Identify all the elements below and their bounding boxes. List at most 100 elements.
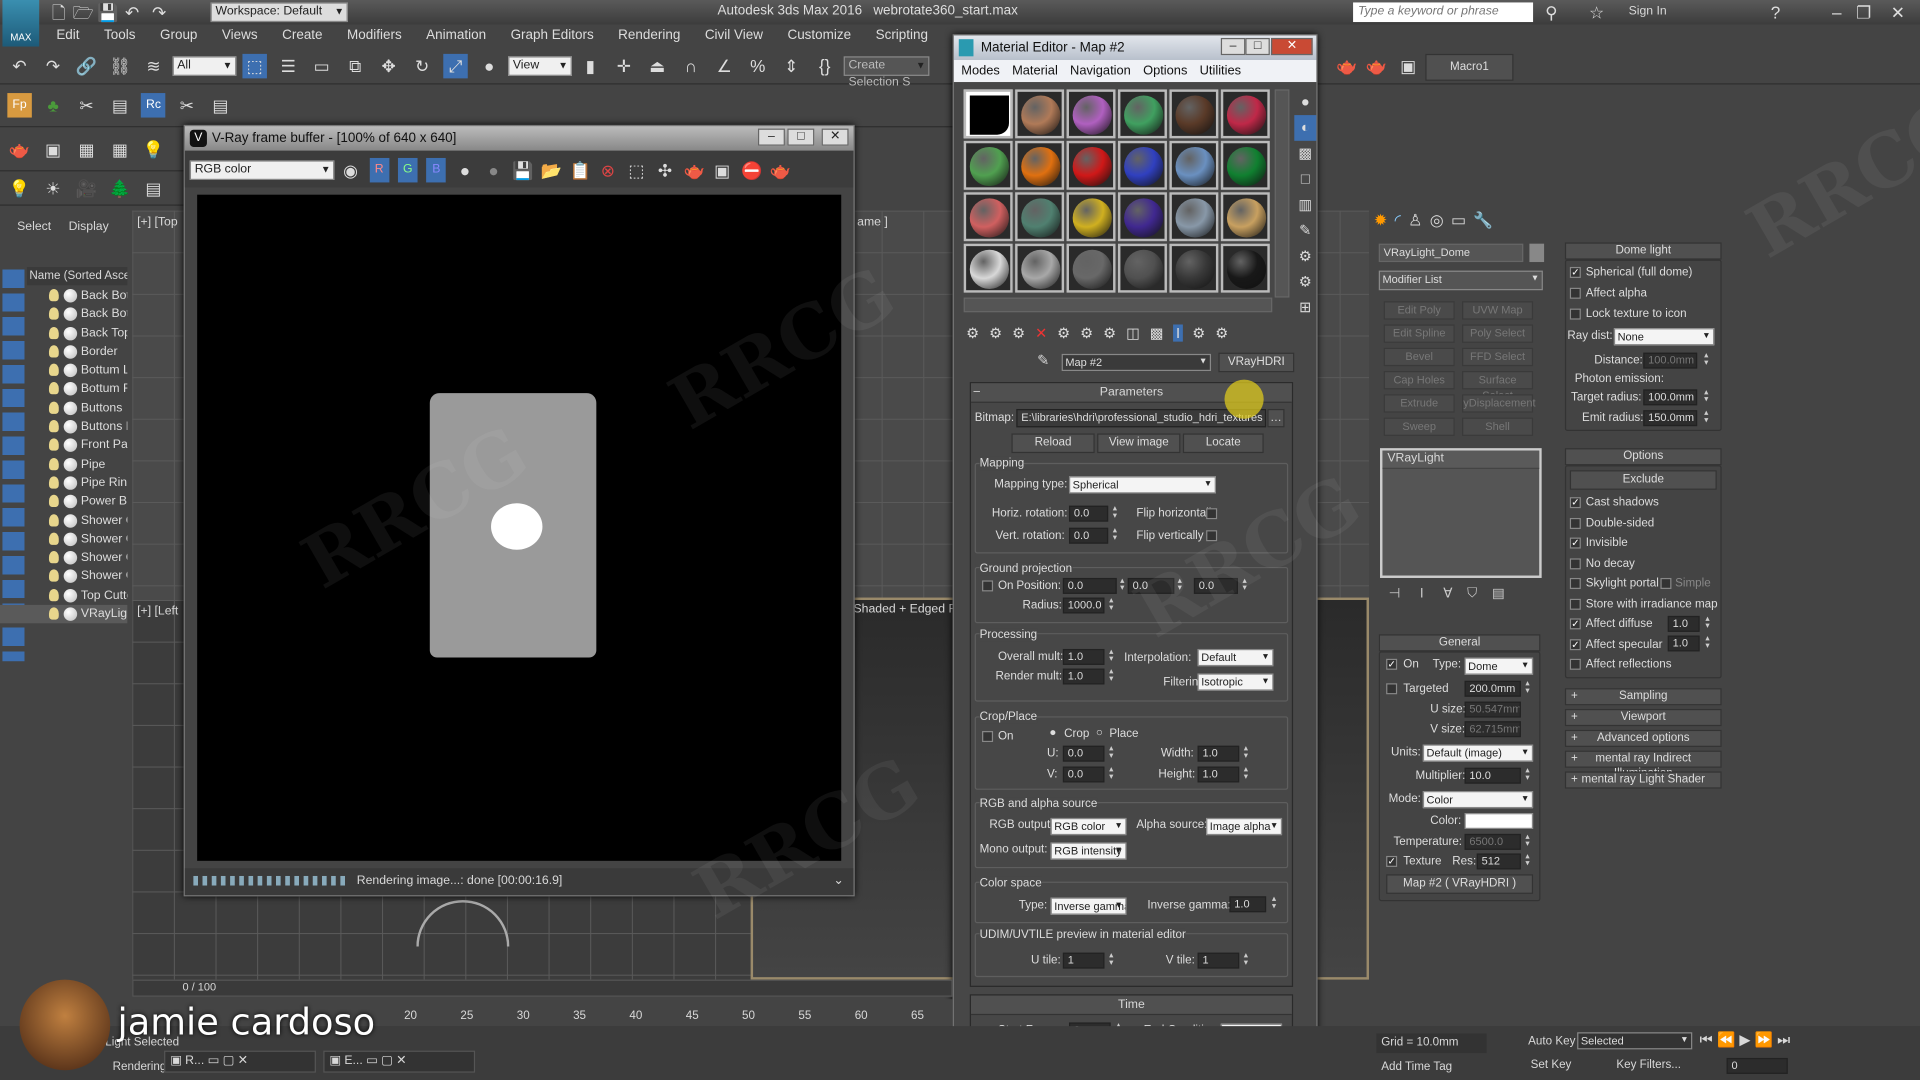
- key-filters-button[interactable]: Key Filters...: [1616, 1058, 1681, 1071]
- modifier-button[interactable]: Cap Holes: [1383, 371, 1455, 390]
- target-radius-spinner[interactable]: ▴ ▾: [1702, 388, 1711, 405]
- link-icon[interactable]: 🔗: [74, 54, 98, 78]
- new-file-icon[interactable]: 🗋: [47, 0, 71, 24]
- material-sample-slot[interactable]: [1066, 140, 1116, 190]
- tab-select[interactable]: Select: [17, 220, 51, 233]
- get-material-icon[interactable]: ⚙: [966, 324, 979, 341]
- help-icon[interactable]: ?: [1763, 0, 1787, 24]
- bind-space-warp-icon[interactable]: ≋: [141, 54, 165, 78]
- menu-graph-editors[interactable]: Graph Editors: [498, 24, 606, 47]
- menu-views[interactable]: Views: [210, 24, 270, 47]
- cs-type-dropdown[interactable]: Inverse gamma: [1050, 897, 1127, 915]
- minimize-icon[interactable]: –: [1825, 0, 1849, 24]
- crop-on-checkbox[interactable]: [982, 731, 994, 743]
- material-sample-slot[interactable]: [1066, 89, 1116, 139]
- crop-height-spinner[interactable]: ▴ ▾: [1242, 765, 1251, 783]
- menu-utilities[interactable]: Utilities: [1200, 64, 1241, 79]
- add-time-tag[interactable]: Add Time Tag: [1381, 1060, 1452, 1073]
- unlink-icon[interactable]: ⛓: [108, 54, 132, 78]
- next-frame-icon[interactable]: ⏩: [1755, 1031, 1773, 1048]
- scene-object-item[interactable]: Shower C: [0, 567, 127, 586]
- position-x-field[interactable]: 0.0: [1062, 577, 1117, 594]
- bitmap-browse-button[interactable]: …: [1267, 408, 1285, 428]
- light-bulb-icon[interactable]: [48, 288, 59, 302]
- load-image-icon[interactable]: 📂: [541, 158, 562, 182]
- mat-minimize-button[interactable]: –: [1220, 37, 1246, 56]
- assign-to-selection-icon[interactable]: ⚙: [1012, 324, 1025, 341]
- affect-diffuse-spinner[interactable]: ▴ ▾: [1703, 615, 1712, 632]
- option-checkbox[interactable]: [1569, 577, 1581, 589]
- render-toggle-icon[interactable]: [63, 401, 78, 415]
- display-tab-icon[interactable]: ▭: [1451, 211, 1466, 229]
- menu-options[interactable]: Options: [1143, 64, 1187, 79]
- scene-object-item[interactable]: Buttons: [0, 399, 127, 418]
- modifier-button[interactable]: Extrude: [1383, 394, 1455, 413]
- render-toggle-icon[interactable]: [63, 513, 78, 528]
- edit-named-sel-icon[interactable]: {}: [813, 54, 837, 78]
- vert-rotation-field[interactable]: 0.0: [1068, 527, 1109, 544]
- rgb-output-dropdown[interactable]: RGB color: [1050, 817, 1127, 836]
- menu-scripting[interactable]: Scripting: [863, 24, 940, 47]
- map-type-button[interactable]: VRayHDRI: [1218, 352, 1295, 373]
- light-on-checkbox[interactable]: ✓: [1386, 658, 1398, 670]
- channel-dropdown[interactable]: RGB color: [189, 160, 335, 181]
- temperature-spinner[interactable]: ▴ ▾: [1523, 833, 1532, 850]
- render-setup-icon[interactable]: 🫖: [1335, 54, 1359, 78]
- light-bulb-icon[interactable]: [48, 307, 59, 320]
- radius-field[interactable]: 1000.0: [1062, 597, 1105, 614]
- binoculars-icon[interactable]: ⚲: [1539, 0, 1563, 24]
- rotate-icon[interactable]: ↻: [410, 54, 434, 78]
- select-by-material-icon[interactable]: ⚙: [1294, 269, 1316, 295]
- option-checkbox[interactable]: [1569, 517, 1581, 529]
- viewport-top-label[interactable]: [+] [Top: [137, 216, 178, 229]
- scene-object-item[interactable]: Back Top: [0, 324, 127, 343]
- general-rollout-header[interactable]: General: [1378, 634, 1541, 652]
- menu-animation[interactable]: Animation: [414, 24, 498, 47]
- scene-object-item[interactable]: Back Bottom: [0, 287, 127, 306]
- auto-key-button[interactable]: Auto Key: [1528, 1035, 1575, 1048]
- restore-icon[interactable]: ❐: [1851, 0, 1875, 24]
- taskbar-item-2[interactable]: ▣ E... ▭ ▢ ✕: [323, 1050, 476, 1073]
- flip-v-checkbox[interactable]: [1206, 530, 1218, 542]
- material-sample-slot[interactable]: [963, 89, 1013, 139]
- material-sample-slot[interactable]: [1169, 243, 1219, 293]
- save-icon[interactable]: 💾: [96, 0, 120, 24]
- material-sample-slot[interactable]: [1015, 89, 1065, 139]
- named-selection-dropdown[interactable]: Create Selection S: [843, 56, 930, 89]
- material-sample-slot[interactable]: [1220, 192, 1270, 242]
- material-sample-slot[interactable]: [1220, 243, 1270, 293]
- uv-tiling-icon[interactable]: □: [1294, 167, 1316, 193]
- flip-h-checkbox[interactable]: [1206, 508, 1218, 520]
- ray-dist-dropdown[interactable]: None: [1613, 328, 1715, 346]
- railclone-icon[interactable]: Rc: [141, 93, 166, 118]
- simple-checkbox[interactable]: [1660, 577, 1672, 589]
- sign-in-link[interactable]: Sign In: [1629, 5, 1667, 18]
- texture-res-spinner[interactable]: ▴ ▾: [1523, 852, 1532, 869]
- multiplier-spinner[interactable]: ▴ ▾: [1523, 767, 1532, 784]
- save-image-icon[interactable]: 💾: [512, 158, 533, 182]
- light-bulb-icon[interactable]: [48, 551, 59, 564]
- material-id-icon[interactable]: ◫: [1126, 324, 1140, 341]
- material-sample-slot[interactable]: [1220, 140, 1270, 190]
- texture-res-field[interactable]: 512: [1476, 853, 1521, 870]
- light-bulb-icon[interactable]: [48, 607, 59, 620]
- light-bulb-icon[interactable]: [48, 382, 59, 395]
- list-icon[interactable]: ▤: [108, 93, 132, 117]
- keyboard-shortcut-icon[interactable]: ⏏: [645, 54, 669, 78]
- material-sample-slot[interactable]: [963, 192, 1013, 242]
- modifier-button[interactable]: Bevel: [1383, 347, 1455, 367]
- option-checkbox[interactable]: [1569, 557, 1581, 569]
- ref-coord-dropdown[interactable]: View: [507, 56, 572, 76]
- angle-snap-icon[interactable]: ∠: [712, 54, 736, 78]
- v-tile-spinner[interactable]: ▴ ▾: [1242, 951, 1251, 969]
- alpha-white-icon[interactable]: ●: [455, 158, 475, 182]
- menu-modes[interactable]: Modes: [961, 64, 1000, 79]
- menu-navigation[interactable]: Navigation: [1070, 64, 1131, 79]
- scene-object-item[interactable]: Shower C: [0, 511, 127, 530]
- max-logo-button[interactable]: MAX: [2, 0, 40, 47]
- material-sample-slot[interactable]: [1015, 192, 1065, 242]
- material-sample-slot[interactable]: [1117, 243, 1167, 293]
- v-size-field[interactable]: 62.715mm: [1464, 721, 1521, 738]
- targeted-distance-field[interactable]: 200.0mm: [1464, 680, 1521, 697]
- material-sample-slot[interactable]: [1117, 140, 1167, 190]
